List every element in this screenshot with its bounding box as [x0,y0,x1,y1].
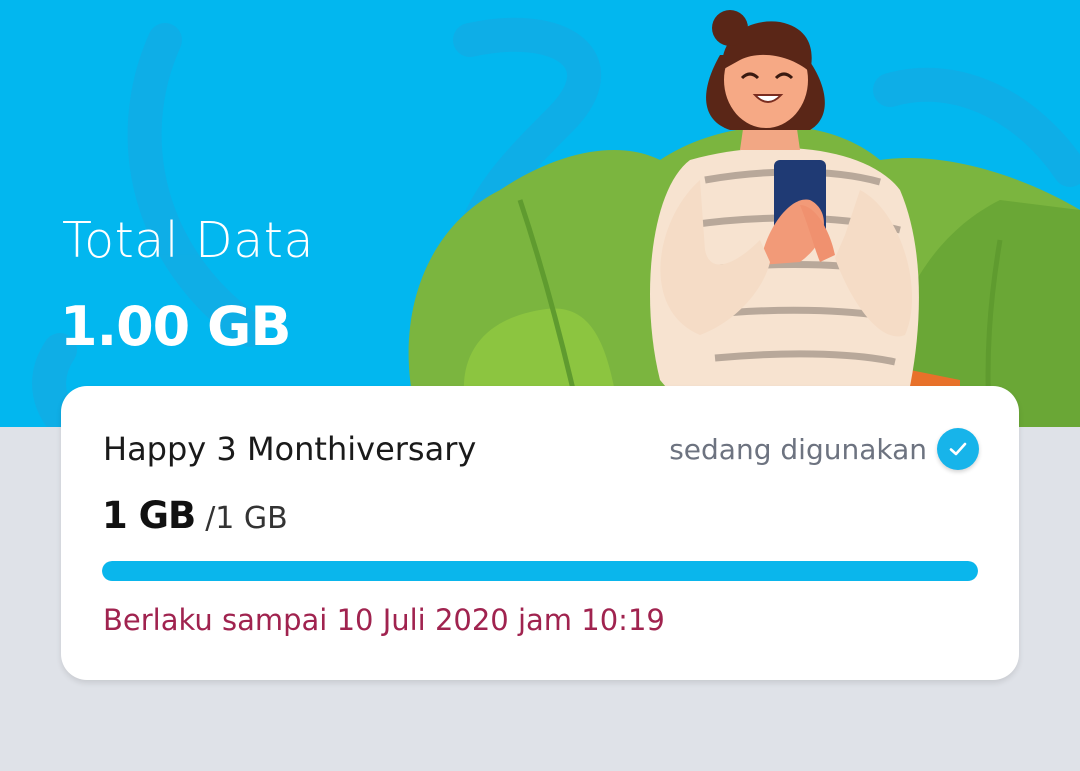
quota-display: 1 GB /1 GB [102,494,288,537]
quota-remaining: 1 GB [102,494,196,537]
quota-progress-bar [102,561,978,581]
status-badge: sedang digunakan [669,428,979,470]
total-data-label: Total Data [62,212,315,269]
validity-text: Berlaku sampai 10 Juli 2020 jam 10:19 [103,603,665,637]
package-name: Happy 3 Monthiversary [103,430,477,468]
hero-banner: Total Data 1.00 GB [0,0,1080,427]
status-text: sedang digunakan [669,432,927,466]
check-circle-icon [937,428,979,470]
package-card[interactable]: Happy 3 Monthiversary sedang digunakan 1… [61,386,1019,680]
checkmark-icon [949,442,967,456]
total-data-amount: 1.00 GB [60,295,292,358]
quota-total: /1 GB [205,501,288,536]
quota-progress-fill [102,561,978,581]
